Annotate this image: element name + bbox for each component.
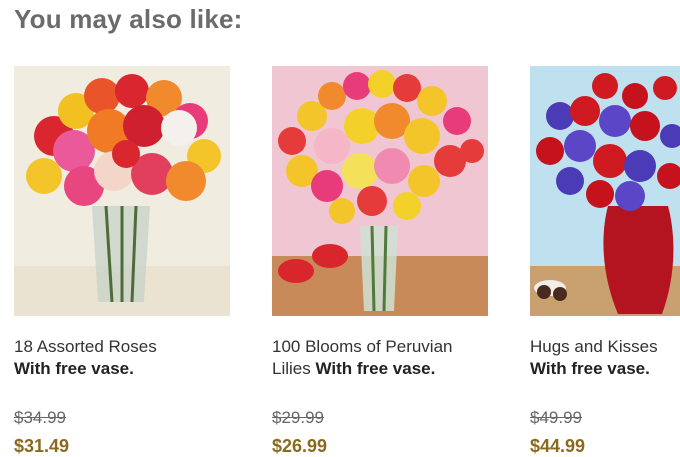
product-card[interactable]: 18 Assorted Roses With free vase. $34.99…: [14, 66, 230, 456]
product-image[interactable]: [14, 66, 230, 316]
product-vase-note: With free vase.: [530, 359, 650, 378]
sale-price: $31.49: [14, 436, 70, 456]
product-title[interactable]: 100 Blooms of Peruvian: [272, 336, 488, 358]
product-title[interactable]: Hugs and Kisses: [530, 336, 680, 358]
sale-price: $44.99: [530, 436, 586, 456]
product-name[interactable]: 18 Assorted Roses With free vase.: [14, 336, 230, 380]
sale-price: $26.99: [272, 436, 328, 456]
product-card[interactable]: 100 Blooms of Peruvian Lilies With free …: [272, 66, 488, 456]
product-name[interactable]: 100 Blooms of Peruvian Lilies With free …: [272, 336, 488, 380]
product-card[interactable]: Hugs and Kisses With free vase. $49.99 $…: [530, 66, 680, 456]
product-image[interactable]: [272, 66, 488, 316]
product-vase-note: With free vase.: [315, 359, 436, 378]
product-title[interactable]: 18 Assorted Roses: [14, 336, 230, 358]
original-price: $34.99: [14, 408, 66, 427]
product-vase-note: With free vase.: [14, 359, 134, 378]
product-name[interactable]: Hugs and Kisses With free vase.: [530, 336, 680, 380]
section-title: You may also like:: [14, 4, 243, 34]
product-image[interactable]: [530, 66, 680, 316]
product-title-line2[interactable]: Lilies: [272, 359, 311, 378]
original-price: $49.99: [530, 408, 582, 427]
original-price: $29.99: [272, 408, 324, 427]
